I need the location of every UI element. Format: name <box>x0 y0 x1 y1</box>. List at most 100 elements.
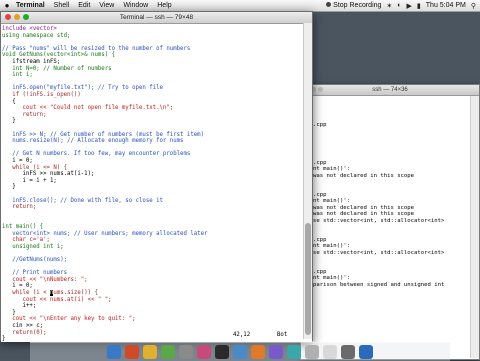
battery-icon[interactable]: ▮ <box>417 2 421 10</box>
terminal-titlebar[interactable]: Terminal — ssh — 79×48 <box>1 12 312 24</box>
code-line: i = i + 1; <box>2 177 57 184</box>
code-line: cout << "\nEnter any key to quit: "; <box>2 316 136 323</box>
dock-app-icon[interactable] <box>341 345 355 359</box>
code-line: inFS >> N; // Get number of numbers (mus… <box>2 131 205 138</box>
code-line: inFS.close(); // Done with file, so clos… <box>2 197 163 204</box>
stop-recording-item[interactable]: Stop Recording <box>326 2 381 9</box>
code-line: char c='a'; <box>2 237 50 244</box>
dock-app-icon[interactable] <box>197 345 211 359</box>
background-window-title: ssh — 74×36 <box>372 87 408 93</box>
code-line: vector<int> nums; // User numbers; memor… <box>2 230 208 237</box>
menu-edit[interactable]: Edit <box>78 2 90 9</box>
dock-app-icon[interactable] <box>305 345 319 359</box>
dock <box>30 342 450 361</box>
menu-help[interactable]: Help <box>157 2 171 9</box>
code-line: using namespace std; <box>2 32 71 39</box>
background-terminal-output: .cpp .cpp nt main()': was not declared in t… <box>301 96 479 358</box>
window-controls <box>5 14 29 20</box>
code-line: cout << nums.at(i) << " "; <box>2 296 112 303</box>
code-line: return; <box>2 111 47 118</box>
vim-status-line: 42,12 Bot <box>1 331 305 339</box>
output-line: nt main()': <box>313 243 351 250</box>
minimize-icon[interactable] <box>14 14 20 20</box>
code-line: int N=0; // Number of numbers <box>2 65 112 72</box>
dock-app-icon[interactable] <box>359 345 373 359</box>
output-line: .cpp <box>313 160 327 166</box>
code-line: i++; <box>2 303 37 310</box>
zoom-icon[interactable] <box>318 87 323 92</box>
output-line: was not declared in this scope <box>313 204 415 211</box>
output-line: .cpp <box>313 192 327 198</box>
dock-app-icon[interactable] <box>269 345 283 359</box>
scroll-percent: Bot <box>277 332 288 338</box>
code-line: //GetNums(nums); <box>2 257 68 263</box>
code-line: cout << "Could not open file myfile.txt.… <box>2 105 174 112</box>
menu-shell[interactable]: Shell <box>54 2 70 9</box>
code-line: i = 0; <box>2 158 33 164</box>
output-line: .cpp <box>313 121 327 128</box>
dock-app-icon[interactable] <box>179 345 193 359</box>
clock[interactable]: Thu 5:04 PM <box>426 2 466 9</box>
dock-app-icon[interactable] <box>125 345 139 359</box>
code-line: inFS.open("myfile.txt"); // Try to open … <box>2 85 163 92</box>
code-line: while (i <= N) { <box>2 164 68 171</box>
background-terminal-window[interactable]: ssh — 74×36 .cpp .cpp nt main()': was not d… <box>300 84 480 360</box>
output-line: se std::vector<int, std::allocator<int> <box>313 217 445 224</box>
output-line: .cpp <box>313 236 327 243</box>
terminal-window[interactable]: Terminal — ssh — 79×48 include <vector> u… <box>0 11 313 342</box>
dock-app-icon[interactable] <box>215 345 229 359</box>
volume-icon[interactable]: ▶ <box>407 2 412 10</box>
dock-app-icon[interactable] <box>161 345 175 359</box>
output-line: was not declared in this scope <box>313 211 415 218</box>
code-line: void GetNums(vector<int>& nums) { <box>2 52 115 59</box>
code-line: // Print numbers <box>2 270 68 277</box>
vim-editor[interactable]: include <vector> using namespace std; // P… <box>1 24 312 342</box>
code-line: } <box>2 309 16 316</box>
code-line: if (!inFS.is_open()) <box>2 92 81 98</box>
record-icon <box>326 2 332 7</box>
dock-app-icon[interactable] <box>287 345 301 359</box>
code-line: inFS >> nums.at(i-1); <box>2 171 95 178</box>
dock-app-icon[interactable] <box>323 345 337 359</box>
output-line: nt main()': <box>313 275 351 282</box>
code-line: i = 0; <box>2 283 33 290</box>
scrollbar-thumb[interactable] <box>305 223 311 335</box>
output-line: parison between signed and unsigned int <box>313 281 445 288</box>
code-line: return; <box>2 204 37 211</box>
menu-view[interactable]: View <box>99 2 114 9</box>
zoom-icon[interactable] <box>23 14 29 20</box>
bluetooth-icon[interactable]: ✶ <box>386 2 392 10</box>
close-icon[interactable] <box>5 14 11 20</box>
output-line: se std::vector<int, std::allocator<int> <box>313 249 445 256</box>
code-line: unsigned int i; <box>2 243 64 250</box>
code-line: cin >> c; <box>2 323 44 329</box>
background-scrollbar[interactable] <box>470 96 479 358</box>
code-line: cout << "\nNumbers: "; <box>2 276 88 283</box>
menu-extras: Stop Recording ✶ ◐ ▶ ▮ Thu 5:04 PM ⚲ <box>326 0 476 11</box>
terminal-scrollbar[interactable] <box>303 23 312 339</box>
output-line: was not declared in this scope <box>313 172 415 179</box>
code-line: } <box>2 184 16 191</box>
output-line: nt main()': <box>313 198 351 205</box>
code-line: nums.resize(N); // Allocate enough memor… <box>2 138 184 145</box>
code-line: while (i < nums.size()) { <box>2 290 98 296</box>
code-line: { <box>2 98 16 105</box>
code-line: // Get N numbers. If too few, may encoun… <box>2 151 191 158</box>
dock-app-icon[interactable] <box>107 345 121 359</box>
menu-window[interactable]: Window <box>123 2 148 9</box>
dock-app-icon[interactable] <box>233 345 247 359</box>
output-line: nt main()': <box>313 166 351 173</box>
wifi-icon[interactable]: ◐ <box>397 2 401 9</box>
spotlight-search-icon[interactable]: ⚲ <box>471 2 476 10</box>
menu-terminal[interactable]: Terminal <box>16 2 45 9</box>
dock-app-icon[interactable] <box>251 345 265 359</box>
background-window-titlebar[interactable]: ssh — 74×36 <box>301 85 479 96</box>
code-line: int i; <box>2 72 33 79</box>
terminal-title: Terminal — ssh — 79×48 <box>119 14 194 21</box>
dock-app-icon[interactable] <box>143 345 157 359</box>
code-line: // Pass "nums" will be resized to the nu… <box>2 45 191 52</box>
cursor-position: 42,12 <box>233 332 251 338</box>
apple-menu-icon[interactable]: ● <box>2 1 12 10</box>
code-line: } <box>2 118 16 125</box>
output-line: .cpp <box>313 268 327 275</box>
